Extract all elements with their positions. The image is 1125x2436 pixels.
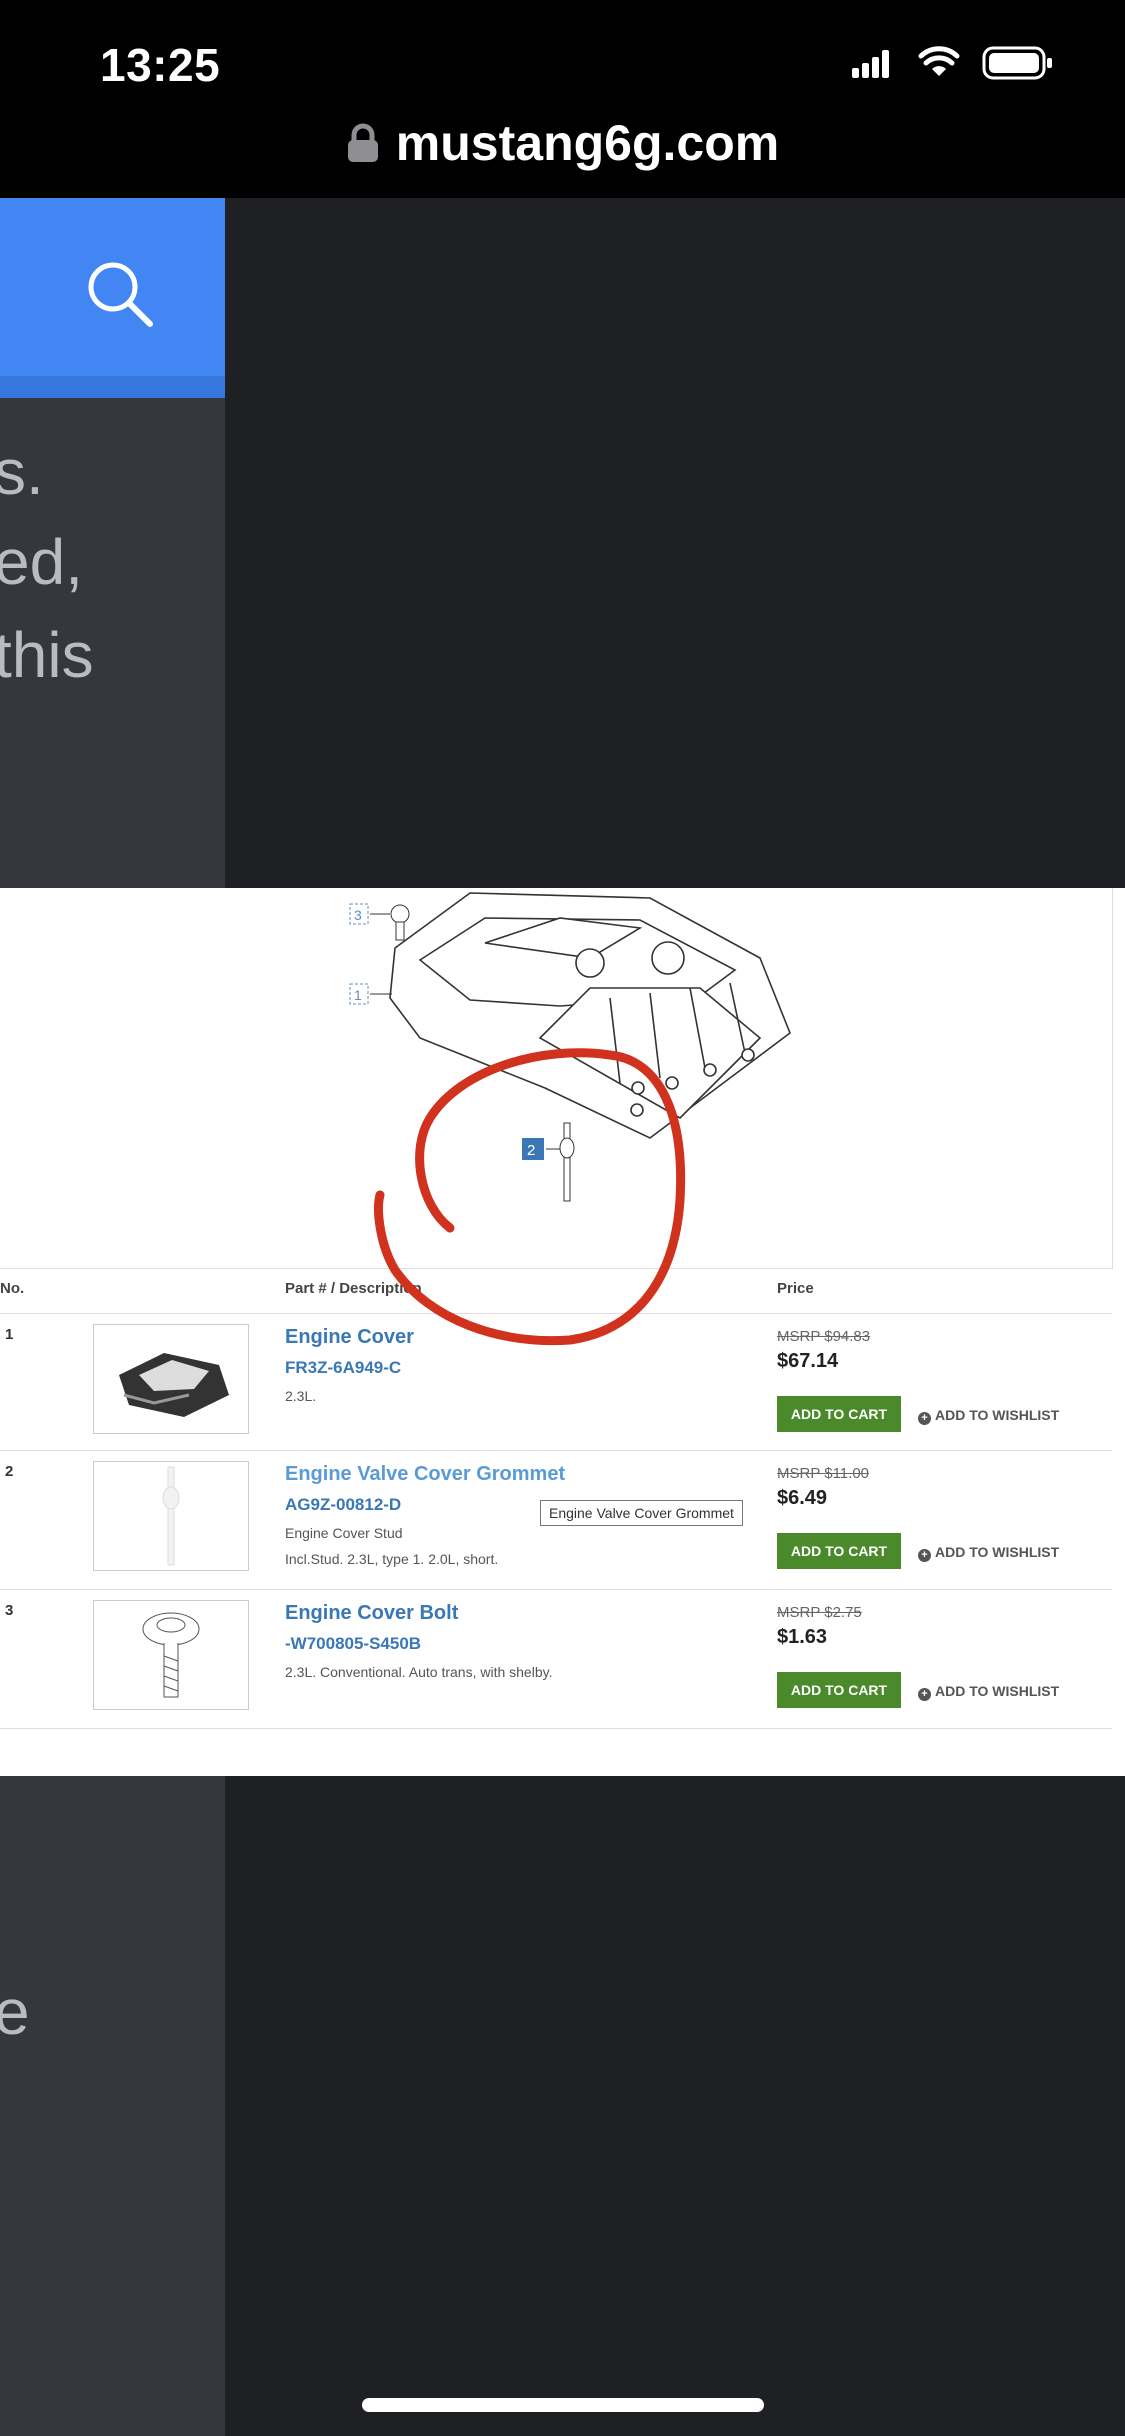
red-circle-annotation — [374, 1048, 686, 1346]
home-indicator[interactable] — [362, 2398, 764, 2412]
